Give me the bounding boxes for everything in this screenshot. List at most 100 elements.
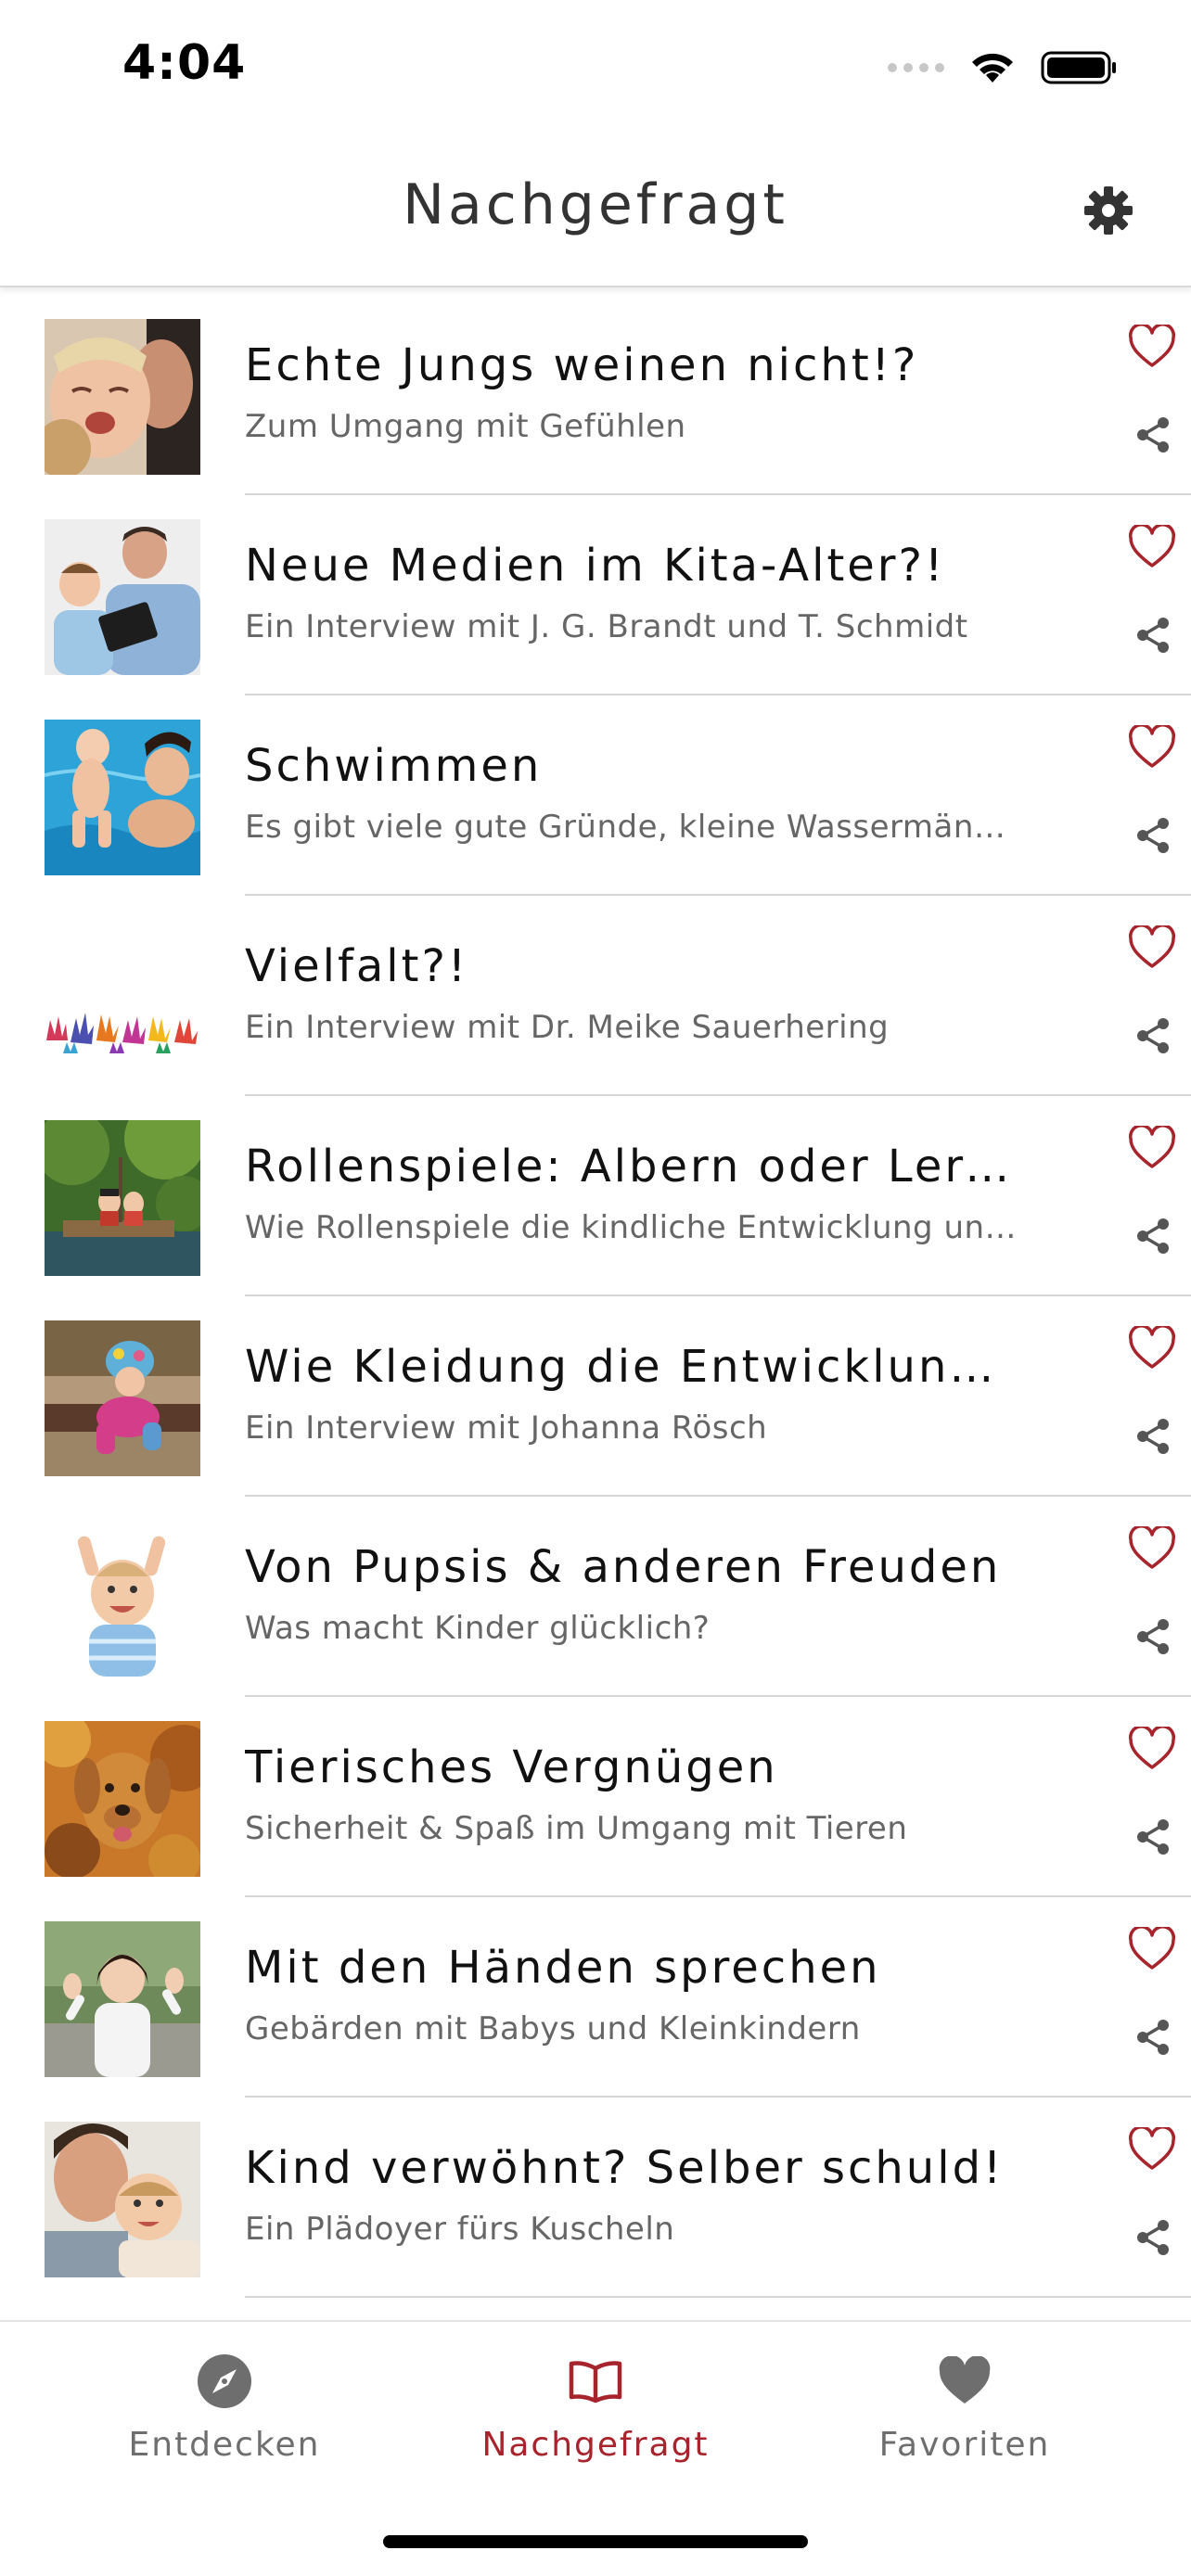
heart-outline-icon bbox=[1128, 1727, 1176, 1769]
item-title: Echte Jungs weinen nicht!? bbox=[245, 339, 919, 391]
item-subtitle: Ein Interview mit Dr. Meike Sauerhering bbox=[245, 1009, 890, 1046]
settings-button[interactable] bbox=[1078, 180, 1139, 241]
favorite-button[interactable] bbox=[1124, 720, 1180, 775]
share-icon bbox=[1137, 1419, 1169, 1454]
heart-outline-icon bbox=[1128, 1326, 1176, 1369]
toddler-crawling-photo bbox=[45, 1320, 200, 1476]
item-subtitle: Es gibt viele gute Gründe, kleine Wasser… bbox=[245, 809, 1024, 846]
share-icon bbox=[1137, 818, 1169, 853]
list-item[interactable]: Neue Medien im Kita-Alter?! Ein Intervie… bbox=[0, 495, 1191, 695]
favorite-button[interactable] bbox=[1124, 1921, 1180, 1977]
item-title: Von Pupsis & anderen Freuden bbox=[245, 1541, 1002, 1593]
item-title: Mit den Händen sprechen bbox=[245, 1942, 881, 1994]
heart-outline-icon bbox=[1128, 1526, 1176, 1569]
heart-outline-icon bbox=[1128, 2127, 1176, 2170]
favorite-button[interactable] bbox=[1124, 1120, 1180, 1176]
favorite-button[interactable] bbox=[1124, 1521, 1180, 1576]
article-list: Echte Jungs weinen nicht!? Zum Umgang mi… bbox=[0, 295, 1191, 2298]
favorite-button[interactable] bbox=[1124, 1320, 1180, 1376]
list-item[interactable]: Vielfalt?! Ein Interview mit Dr. Meike S… bbox=[0, 896, 1191, 1096]
item-title: Wie Kleidung die Entwicklung u… bbox=[245, 1341, 1015, 1393]
colorful-hands-photo bbox=[45, 920, 200, 1076]
screen: 4:04 Nachgefragt Echte Jungs weinen nich… bbox=[0, 0, 1191, 2576]
share-button[interactable] bbox=[1132, 1615, 1174, 1658]
book-icon bbox=[569, 2361, 622, 2404]
swimming-photo bbox=[45, 720, 200, 875]
share-button[interactable] bbox=[1132, 2016, 1174, 2059]
share-button[interactable] bbox=[1132, 1215, 1174, 1257]
status-time: 4:04 bbox=[122, 35, 247, 91]
favorite-button[interactable] bbox=[1124, 2122, 1180, 2177]
page-title: Nachgefragt bbox=[403, 172, 788, 237]
item-subtitle: Wie Rollenspiele die kindliche Entwicklu… bbox=[245, 1209, 1024, 1246]
heart-outline-icon bbox=[1128, 1126, 1176, 1168]
share-button[interactable] bbox=[1132, 1014, 1174, 1057]
crying-child-photo bbox=[45, 319, 200, 475]
share-icon bbox=[1137, 2020, 1169, 2055]
tab-nachgefragt[interactable]: Nachgefragt bbox=[456, 2350, 735, 2464]
share-button[interactable] bbox=[1132, 614, 1174, 657]
compass-icon bbox=[198, 2354, 251, 2408]
heart-outline-icon bbox=[1128, 325, 1176, 367]
item-title: Rollenspiele: Albern oder Lerner… bbox=[245, 1141, 1015, 1192]
item-subtitle: Was macht Kinder glücklich? bbox=[245, 1610, 711, 1647]
list-item[interactable]: Wie Kleidung die Entwicklung u… Ein Inte… bbox=[0, 1296, 1191, 1497]
favorite-button[interactable] bbox=[1124, 319, 1180, 375]
favorite-button[interactable] bbox=[1124, 519, 1180, 575]
tab-label: Nachgefragt bbox=[481, 2426, 710, 2464]
favorite-button[interactable] bbox=[1124, 920, 1180, 976]
share-icon bbox=[1137, 1018, 1169, 1053]
status-icons bbox=[888, 46, 1119, 89]
list-item[interactable]: Echte Jungs weinen nicht!? Zum Umgang mi… bbox=[0, 295, 1191, 495]
share-icon bbox=[1137, 417, 1169, 453]
father-tablet-photo bbox=[45, 519, 200, 675]
share-button[interactable] bbox=[1132, 2216, 1174, 2259]
home-indicator[interactable] bbox=[383, 2535, 808, 2548]
gear-icon bbox=[1084, 186, 1133, 235]
heart-outline-icon bbox=[1128, 925, 1176, 968]
father-kiss-photo bbox=[45, 2122, 200, 2277]
happy-baby-photo bbox=[45, 1521, 200, 1677]
wifi-icon bbox=[972, 53, 1013, 83]
item-subtitle: Zum Umgang mit Gefühlen bbox=[245, 408, 686, 445]
heart-outline-icon bbox=[1128, 525, 1176, 567]
cellular-signal-icon bbox=[888, 63, 944, 72]
list-item[interactable]: Von Pupsis & anderen Freuden Was macht K… bbox=[0, 1497, 1191, 1697]
tab-favoriten[interactable]: Favoriten bbox=[826, 2350, 1104, 2464]
item-subtitle: Gebärden mit Babys und Kleinkindern bbox=[245, 2010, 861, 2047]
heart-outline-icon bbox=[1128, 1927, 1176, 1970]
item-subtitle: Ein Interview mit J. G. Brandt und T. Sc… bbox=[245, 608, 968, 645]
list-item[interactable]: Tierisches Vergnügen Sicherheit & Spaß i… bbox=[0, 1697, 1191, 1897]
item-subtitle: Ein Plädoyer fürs Kuscheln bbox=[245, 2211, 675, 2248]
share-button[interactable] bbox=[1132, 814, 1174, 857]
share-button[interactable] bbox=[1132, 1816, 1174, 1858]
share-icon bbox=[1137, 1819, 1169, 1855]
share-icon bbox=[1137, 2220, 1169, 2255]
share-icon bbox=[1137, 618, 1169, 653]
list-item[interactable]: Schwimmen Es gibt viele gute Gründe, kle… bbox=[0, 695, 1191, 896]
battery-icon bbox=[1041, 51, 1116, 84]
tab-entdecken[interactable]: Entdecken bbox=[85, 2350, 364, 2464]
tab-label: Favoriten bbox=[878, 2426, 1051, 2464]
share-icon bbox=[1137, 1619, 1169, 1654]
share-button[interactable] bbox=[1132, 1415, 1174, 1458]
heart-icon bbox=[939, 2356, 991, 2404]
girl-signing-photo bbox=[45, 1921, 200, 2077]
item-subtitle: Ein Interview mit Johanna Rösch bbox=[245, 1409, 768, 1447]
tab-label: Entdecken bbox=[128, 2426, 321, 2464]
list-item[interactable]: Kind verwöhnt? Selber schuld! Ein Plädoy… bbox=[0, 2098, 1191, 2298]
item-title: Kind verwöhnt? Selber schuld! bbox=[245, 2142, 1005, 2194]
item-title: Schwimmen bbox=[245, 740, 543, 792]
item-title: Neue Medien im Kita-Alter?! bbox=[245, 540, 946, 592]
share-icon bbox=[1137, 1218, 1169, 1254]
item-title: Tierisches Vergnügen bbox=[245, 1741, 778, 1793]
share-button[interactable] bbox=[1132, 414, 1174, 456]
dog-leaves-photo bbox=[45, 1721, 200, 1877]
favorite-button[interactable] bbox=[1124, 1721, 1180, 1777]
pirate-raft-photo bbox=[45, 1120, 200, 1276]
list-item[interactable]: Mit den Händen sprechen Gebärden mit Bab… bbox=[0, 1897, 1191, 2098]
heart-outline-icon bbox=[1128, 725, 1176, 768]
list-item[interactable]: Rollenspiele: Albern oder Lerner… Wie Ro… bbox=[0, 1096, 1191, 1296]
navigation-header: Nachgefragt bbox=[0, 139, 1191, 287]
status-bar: 4:04 bbox=[0, 0, 1191, 139]
